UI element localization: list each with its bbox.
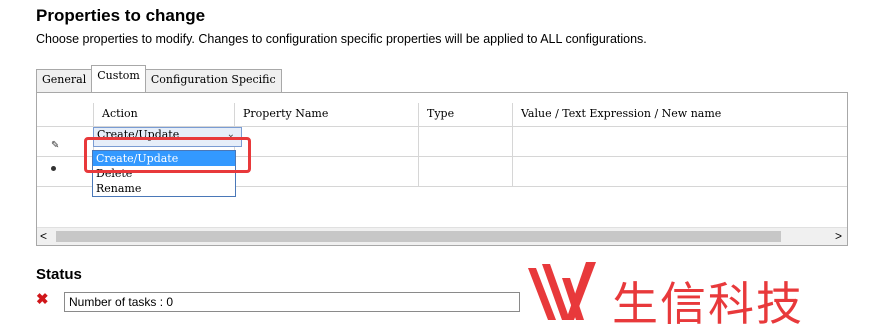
- status-message-field: Number of tasks : 0: [64, 292, 520, 312]
- value-cell[interactable]: [512, 127, 856, 156]
- header-cell-property-name[interactable]: Property Name: [234, 103, 415, 126]
- highlight-annotation-box: [84, 137, 251, 173]
- horizontal-scrollbar[interactable]: < >: [37, 227, 847, 245]
- type-cell[interactable]: [418, 127, 511, 156]
- page-subtitle: Choose properties to modify. Changes to …: [36, 32, 647, 46]
- grid-header-row: Action Property Name Type Value / Text E…: [37, 103, 847, 127]
- new-row-icon: [51, 166, 56, 171]
- tab-custom[interactable]: Custom: [91, 65, 146, 92]
- header-cell-marker: [37, 103, 92, 126]
- scroll-right-arrow-icon[interactable]: >: [835, 229, 842, 243]
- page-title: Properties to change: [36, 6, 206, 25]
- error-x-icon: ✖: [36, 291, 49, 308]
- property-name-cell[interactable]: [234, 127, 415, 156]
- header-cell-action[interactable]: Action: [93, 103, 242, 126]
- dropdown-option-rename[interactable]: Rename: [93, 181, 235, 196]
- header-cell-type[interactable]: Type: [418, 103, 511, 126]
- value-cell[interactable]: [512, 157, 856, 186]
- custom-properties-panel: Action Property Name Type Value / Text E…: [36, 92, 848, 246]
- status-heading: Status: [36, 266, 82, 283]
- header-cell-value[interactable]: Value / Text Expression / New name: [512, 103, 856, 126]
- tab-configuration-specific[interactable]: Configuration Specific: [144, 69, 282, 92]
- scroll-left-arrow-icon[interactable]: <: [40, 229, 47, 243]
- type-cell[interactable]: [418, 157, 511, 186]
- pencil-icon: ✎: [51, 140, 60, 151]
- tab-bar: General Custom Configuration Specific: [36, 65, 282, 92]
- watermark-logo-icon: [528, 262, 596, 320]
- scrollbar-thumb[interactable]: [56, 231, 781, 242]
- property-name-cell[interactable]: [234, 157, 415, 186]
- watermark-text: 生信科技: [612, 277, 804, 331]
- tab-general[interactable]: General: [36, 69, 93, 92]
